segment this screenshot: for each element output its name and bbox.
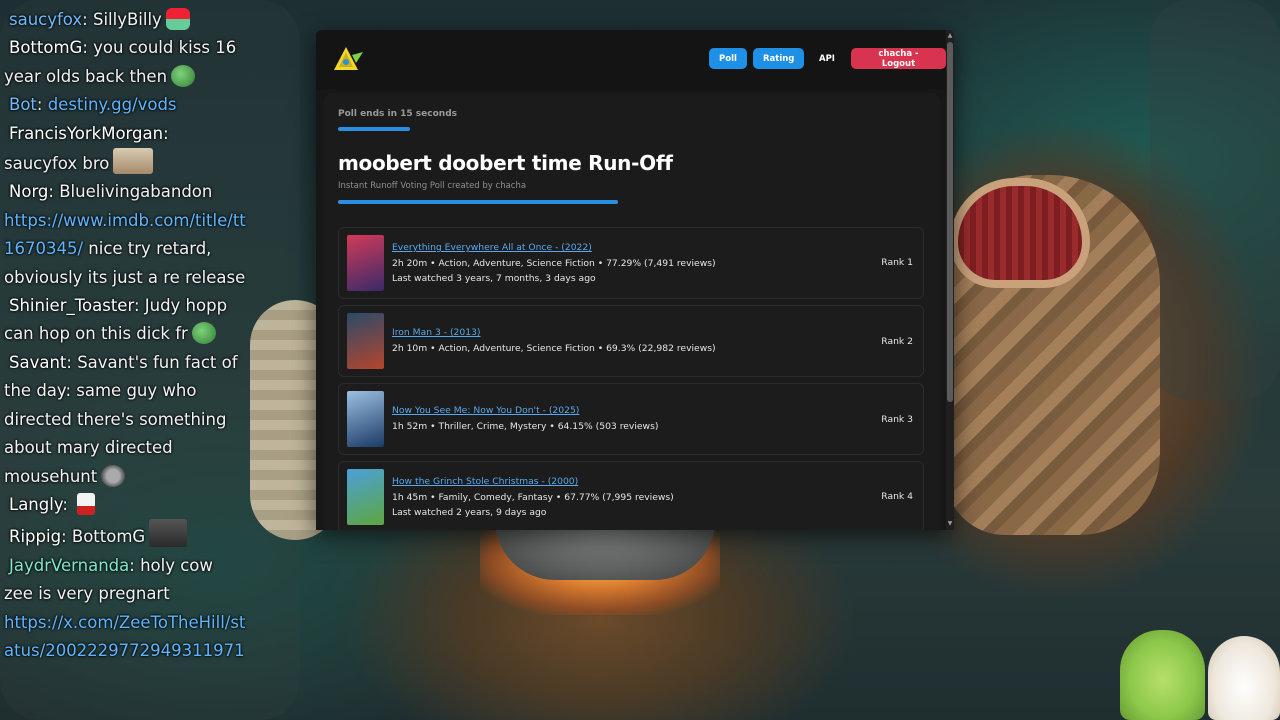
movie-poster: [347, 235, 384, 291]
chat-username[interactable]: Langly: [4, 495, 62, 514]
webcam-dog: [1208, 636, 1280, 720]
chat-message: Langly:: [0, 491, 250, 519]
chat-message: https://x.com/ZeeToTheHill/status/200222…: [0, 609, 250, 666]
emote-icon: [77, 492, 96, 515]
movie-meta: 2h 10m • Action, Adventure, Science Fict…: [392, 343, 716, 354]
scroll-up-icon[interactable]: ▲: [947, 32, 953, 40]
emote-icon: [165, 8, 190, 30]
chat-message: Shinier_Toaster: Judy hopp can hop on th…: [4, 296, 228, 345]
background-pot-rim: [950, 178, 1090, 288]
chat-message: https://www.imdb.com/title/tt1670345/ ni…: [0, 207, 250, 292]
emote-icon: [171, 64, 196, 87]
movie-row[interactable]: Everything Everywhere All at Once - (202…: [338, 227, 924, 299]
chat-text: Savant's fun fact of the day: same guy w…: [4, 352, 238, 486]
poll-card: Poll ends in 15 seconds moobert doobert …: [324, 93, 940, 530]
chat-text: Bluelivingabandon: [59, 182, 213, 202]
logo-icon[interactable]: [332, 46, 364, 72]
page-title: moobert doobert time Run-Off: [338, 151, 673, 175]
chat-username[interactable]: saucyfox: [4, 10, 82, 29]
movie-title-link[interactable]: How the Grinch Stole Christmas - (2000): [392, 476, 578, 487]
movie-meta: 1h 52m • Thriller, Crime, Mystery • 64.1…: [392, 421, 659, 432]
scrollbar[interactable]: ▲ ▼: [946, 30, 954, 530]
movie-row[interactable]: Now You See Me: Now You Don't - (2025) 1h…: [338, 383, 924, 455]
chat-username[interactable]: FrancisYorkMorgan: [4, 124, 163, 143]
movie-rank: Rank 3: [881, 414, 913, 425]
poll-progress-bar: [338, 200, 618, 204]
chat-message: Savant: Savant's fun fact of the day: sa…: [4, 352, 238, 487]
poll-timer-text: Poll ends in 15 seconds: [338, 109, 457, 119]
navbar: Poll Rating API chacha - Logout: [316, 30, 946, 90]
chat-message: Rippig: BottomG: [0, 519, 250, 551]
chat-message: Norg: Bluelivingabandon: [0, 178, 250, 206]
logout-button[interactable]: chacha - Logout: [851, 48, 946, 69]
poll-button[interactable]: Poll: [709, 48, 747, 69]
chat-link[interactable]: destiny.gg/vods: [48, 95, 177, 114]
movie-poster: [347, 391, 384, 447]
chat-overlay: saucyfox: SillyBilly BottomG: you could k…: [0, 6, 250, 665]
chat-username[interactable]: Savant: [4, 353, 66, 372]
movie-title-link[interactable]: Iron Man 3 - (2013): [392, 327, 481, 338]
chat-message: Bot: destiny.gg/vods: [0, 91, 250, 119]
movie-rank: Rank 2: [881, 336, 913, 347]
movie-last-watched: Last watched 3 years, 7 months, 3 days a…: [392, 273, 596, 284]
chat-link[interactable]: https://x.com/ZeeToTheHill/status/200222…: [4, 613, 245, 660]
movie-meta: 1h 45m • Family, Comedy, Fantasy • 67.77…: [392, 492, 674, 503]
chat-username[interactable]: Bot: [4, 95, 37, 114]
rating-button[interactable]: Rating: [753, 48, 805, 69]
movie-row[interactable]: Iron Man 3 - (2013) 2h 10m • Action, Adve…: [338, 305, 924, 377]
movie-poster: [347, 313, 384, 369]
movie-title-link[interactable]: Now You See Me: Now You Don't - (2025): [392, 405, 579, 416]
movie-list: Everything Everywhere All at Once - (202…: [338, 227, 924, 530]
poll-timer-bar: [338, 127, 410, 131]
background-tree: [1150, 0, 1280, 400]
emote-icon: [149, 519, 188, 548]
chat-message: saucyfox: SillyBilly: [0, 6, 250, 34]
scroll-thumb[interactable]: [947, 42, 953, 402]
chat-text: BottomG: [71, 527, 146, 547]
chat-text: saucyfox bro: [4, 154, 110, 174]
chat-message: JaydrVernanda: holy cow zee is very preg…: [4, 555, 213, 604]
poll-subtitle: Instant Runoff Voting Poll created by ch…: [338, 181, 527, 191]
movie-rank: Rank 4: [881, 491, 913, 502]
emote-icon: [191, 322, 216, 345]
chat-username[interactable]: JaydrVernanda: [4, 556, 129, 575]
api-button[interactable]: API: [809, 48, 845, 69]
browser-window: Poll Rating API chacha - Logout Poll end…: [316, 30, 954, 530]
movie-rank: Rank 1: [881, 257, 913, 268]
movie-poster: [347, 469, 384, 525]
chat-username[interactable]: Norg: [4, 182, 48, 201]
movie-row[interactable]: How the Grinch Stole Christmas - (2000) 1…: [338, 461, 924, 530]
scroll-down-icon[interactable]: ▼: [947, 520, 953, 528]
chat-username[interactable]: BottomG: [4, 38, 82, 57]
chat-message: BottomG: you could kiss 16 year olds bac…: [4, 38, 237, 87]
chat-username[interactable]: Rippig: [4, 527, 61, 546]
chat-message: FrancisYorkMorgan: saucyfox bro: [4, 123, 169, 175]
movie-meta: 2h 20m • Action, Adventure, Science Fict…: [392, 258, 716, 269]
chat-text: SillyBilly: [92, 10, 162, 29]
chat-username[interactable]: Shinier_Toaster: [4, 296, 134, 315]
emote-icon: [101, 464, 126, 487]
emote-icon: [113, 148, 154, 175]
webcam-alien: [1120, 630, 1205, 720]
movie-last-watched: Last watched 2 years, 9 days ago: [392, 507, 547, 518]
movie-title-link[interactable]: Everything Everywhere All at Once - (202…: [392, 242, 592, 253]
